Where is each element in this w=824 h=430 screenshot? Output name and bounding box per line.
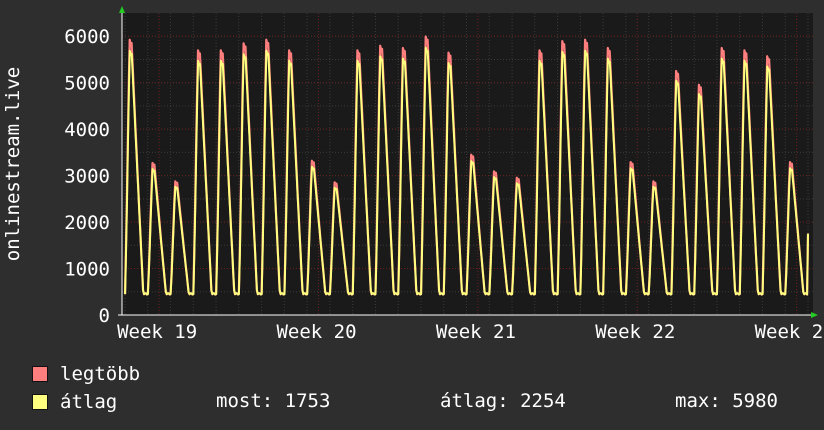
legend-label-avg: átlag	[60, 391, 118, 413]
x-tick-label: Week 19	[117, 321, 197, 343]
legend-item-max: legtöbb	[32, 363, 140, 385]
x-axis-arrow	[811, 312, 818, 318]
stat-max: max: 5980	[675, 390, 778, 412]
y-axis-label: onlinestream.live	[2, 67, 24, 261]
y-tick-label: 3000	[64, 166, 110, 188]
x-tick-label: Week 20	[276, 321, 356, 343]
legend-label-max: legtöbb	[60, 363, 141, 385]
legend-swatch-max	[32, 366, 48, 382]
x-tick-label: Week 21	[436, 321, 516, 343]
y-axis-arrow	[119, 6, 125, 13]
y-tick-label: 6000	[64, 26, 110, 48]
chart-frame: 0 1000 2000 3000 4000 5000 6000 Week 19 Week 20 W…	[0, 0, 824, 430]
y-tick-label: 5000	[64, 73, 110, 95]
y-tick-label: 1000	[64, 259, 110, 281]
y-tick-label: 2000	[64, 212, 110, 234]
y-tick-label: 0	[99, 305, 110, 327]
legend-swatch-avg	[32, 394, 48, 410]
legend-item-avg: átlag	[32, 391, 117, 413]
y-tick-label: 4000	[64, 119, 110, 141]
stat-now: most: 1753	[216, 390, 331, 412]
x-tick-label: Week 22	[595, 321, 675, 343]
x-tick-label: Week 23	[755, 321, 824, 343]
stat-average: átlag: 2254	[440, 390, 566, 412]
